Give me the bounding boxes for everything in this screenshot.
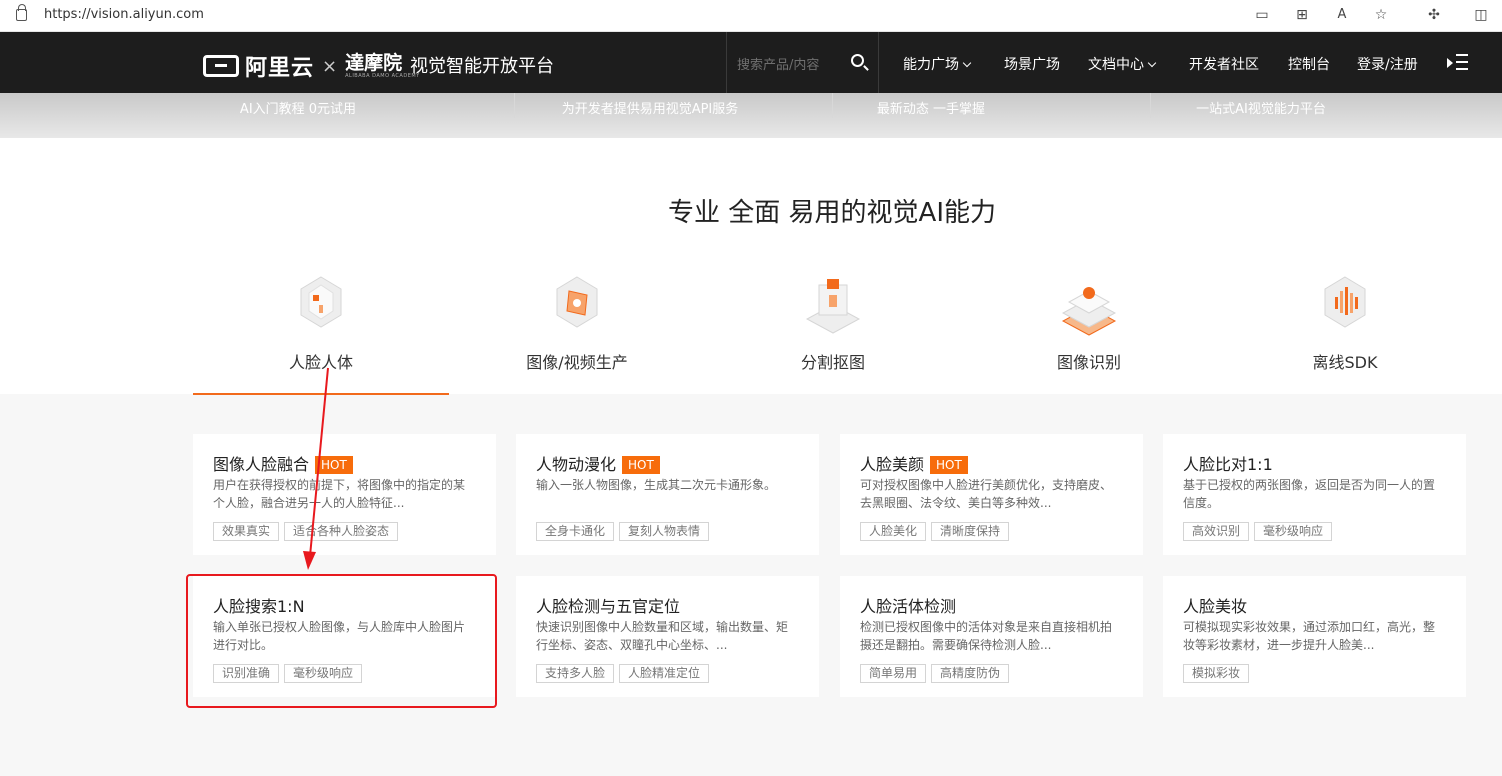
annotation-arrow <box>303 367 329 570</box>
